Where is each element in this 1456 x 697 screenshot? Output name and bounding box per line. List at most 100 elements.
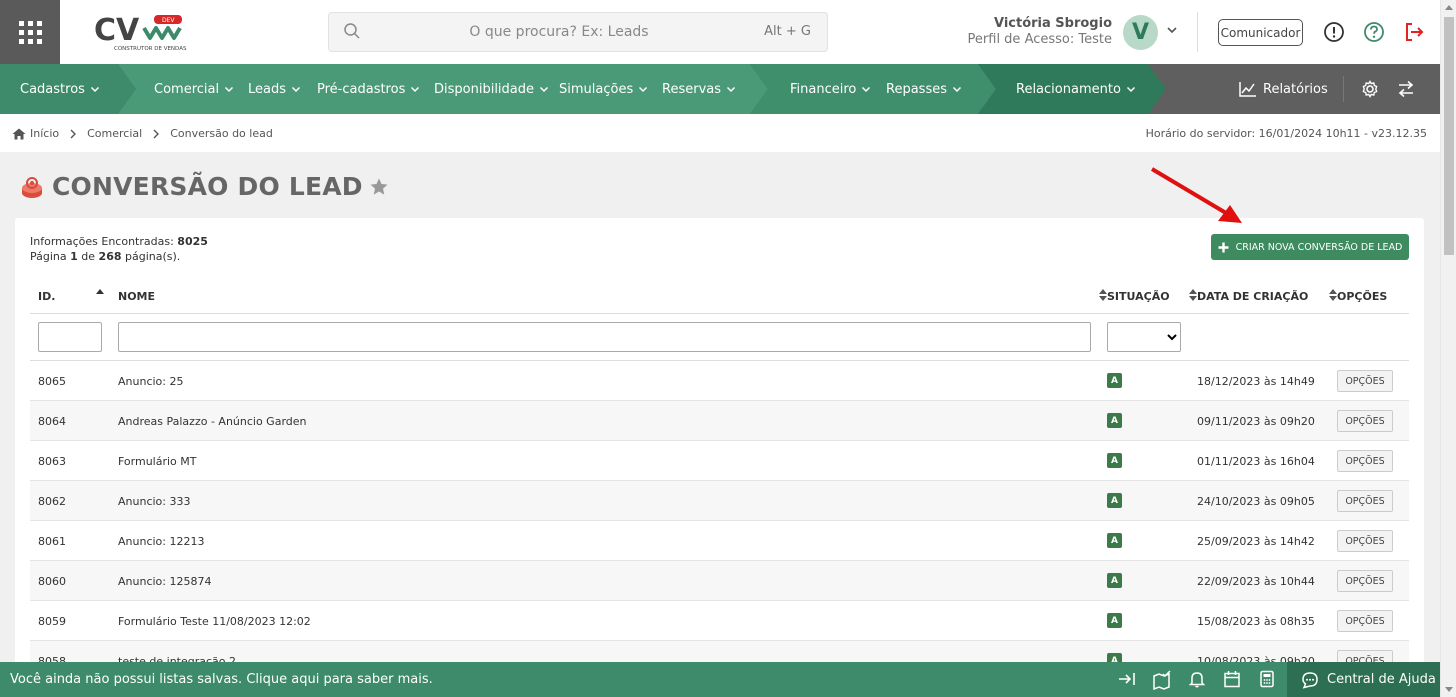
map-check-icon[interactable] xyxy=(1152,670,1172,690)
table-header: ID. NOME SITUAÇÃO DATA DE CRIAÇÃO OPÇÕES xyxy=(30,280,1409,314)
table-row[interactable]: 8059 Formulário Teste 11/08/2023 12:02 A 15… xyxy=(30,601,1409,641)
grid-icon xyxy=(18,20,42,44)
breadcrumb-home[interactable]: Início xyxy=(30,127,59,140)
sort-icon[interactable] xyxy=(1329,289,1337,301)
row-options-button[interactable]: OPÇÕES xyxy=(1337,610,1393,632)
row-id: 8060 xyxy=(38,575,66,588)
status-badge: A xyxy=(1107,373,1122,388)
table-body: 8065 Anuncio: 25 A 18/12/2023 às 14h49 OPÇÕE… xyxy=(30,361,1409,681)
communicator-button[interactable]: Comunicador xyxy=(1218,19,1303,46)
info-icon[interactable] xyxy=(1323,21,1345,43)
scroll-up-icon[interactable] xyxy=(1445,4,1453,10)
status-badge: A xyxy=(1107,613,1122,628)
row-options-button[interactable]: OPÇÕES xyxy=(1337,450,1393,472)
nav-pre-cadastros[interactable]: Pré-cadastros xyxy=(317,64,420,114)
star-icon[interactable] xyxy=(369,177,389,197)
row-options-button[interactable]: OPÇÕES xyxy=(1337,570,1393,592)
breadcrumb-comercial[interactable]: Comercial xyxy=(87,127,142,140)
nav-reports[interactable]: Relatórios xyxy=(1239,64,1328,114)
column-header-id[interactable]: ID. xyxy=(38,290,55,303)
table-row[interactable]: 8065 Anuncio: 25 A 18/12/2023 às 14h49 OPÇÕE… xyxy=(30,361,1409,401)
row-name: Formulário MT xyxy=(118,455,197,468)
filter-status-select[interactable] xyxy=(1107,322,1181,352)
table-row[interactable]: 8063 Formulário MT A 01/11/2023 às 16h04 OPÇ… xyxy=(30,441,1409,481)
sort-icon[interactable] xyxy=(1189,289,1197,301)
help-icon[interactable] xyxy=(1363,21,1385,43)
nav-simulacoes[interactable]: Simulações xyxy=(559,64,648,114)
scrollbar-thumb[interactable] xyxy=(1444,17,1454,255)
row-id: 8063 xyxy=(38,455,66,468)
row-options-button[interactable]: OPÇÕES xyxy=(1337,370,1393,392)
logo-badge: DEV xyxy=(162,17,175,24)
user-profile: Perfil de Acesso: Teste xyxy=(967,32,1112,47)
help-center-button[interactable]: Central de Ajuda xyxy=(1287,662,1440,697)
saved-lists-message[interactable]: Você ainda não possui listas salvas. Cli… xyxy=(10,672,433,687)
nav-repasses[interactable]: Repasses xyxy=(886,64,962,114)
column-header-status[interactable]: SITUAÇÃO xyxy=(1107,290,1170,303)
nav-reservas[interactable]: Reservas xyxy=(662,64,736,114)
apps-grid-button[interactable] xyxy=(0,0,60,64)
chevron-down-icon xyxy=(952,86,962,93)
row-options-button[interactable]: OPÇÕES xyxy=(1337,530,1393,552)
gear-icon[interactable] xyxy=(1361,80,1379,98)
logo-subtitle: CONSTRUTOR DE VENDAS xyxy=(114,46,187,52)
chevron-down-icon xyxy=(291,86,301,93)
nav-disponibilidade[interactable]: Disponibilidade xyxy=(434,64,549,114)
row-options-button[interactable]: OPÇÕES xyxy=(1337,410,1393,432)
status-badge: A xyxy=(1107,573,1122,588)
row-name: Anuncio: 333 xyxy=(118,495,191,508)
header-divider xyxy=(1197,12,1198,52)
user-info[interactable]: Victória Sbrogio Perfil de Acesso: Teste xyxy=(968,16,1112,48)
global-search[interactable]: Alt + G xyxy=(328,12,828,52)
breadcrumb-bar: Início Comercial Conversão do lead Horár… xyxy=(0,114,1440,152)
results-summary: Informações Encontradas: 8025 Página 1 d… xyxy=(30,235,208,263)
search-input[interactable] xyxy=(369,13,749,51)
page-current: 1 xyxy=(70,250,78,263)
nav-cadastros[interactable]: Cadastros xyxy=(20,64,100,114)
table-row[interactable]: 8060 Anuncio: 125874 A 22/09/2023 às 10h44 O… xyxy=(30,561,1409,601)
page-header: CONVERSÃO DO LEAD xyxy=(20,172,389,201)
nav-leads[interactable]: Leads xyxy=(248,64,301,114)
home-icon[interactable] xyxy=(12,128,26,140)
bell-icon[interactable] xyxy=(1188,670,1206,688)
logout-icon[interactable] xyxy=(1403,21,1425,43)
row-name: Formulário Teste 11/08/2023 12:02 xyxy=(118,615,311,628)
sort-icon[interactable] xyxy=(1099,289,1107,301)
swap-icon[interactable] xyxy=(1397,80,1415,98)
sort-asc-icon[interactable] xyxy=(96,288,104,294)
row-id: 8064 xyxy=(38,415,66,428)
column-header-created[interactable]: DATA DE CRIAÇÃO xyxy=(1197,290,1308,303)
filter-name-input[interactable] xyxy=(118,322,1091,352)
row-id: 8065 xyxy=(38,375,66,388)
row-created-date: 09/11/2023 às 09h20 xyxy=(1197,415,1315,428)
nav-divider xyxy=(1343,76,1344,102)
calendar-icon[interactable] xyxy=(1223,670,1241,688)
status-badge: A xyxy=(1107,533,1122,548)
calculator-icon[interactable] xyxy=(1258,670,1276,688)
plus-icon xyxy=(1218,242,1229,252)
page-scrollbar[interactable] xyxy=(1440,0,1456,697)
table-row[interactable]: 8061 Anuncio: 12213 A 25/09/2023 às 14h42 OP… xyxy=(30,521,1409,561)
nav-relacionamento[interactable]: Relacionamento xyxy=(1016,64,1136,114)
column-header-name[interactable]: NOME xyxy=(118,290,155,303)
table-row[interactable]: 8062 Anuncio: 333 A 24/10/2023 às 09h05 OPÇÕ… xyxy=(30,481,1409,521)
row-created-date: 25/09/2023 às 14h42 xyxy=(1197,535,1315,548)
scroll-down-icon[interactable] xyxy=(1445,687,1453,693)
table-row[interactable]: 8064 Andreas Palazzo - Anúncio Garden A 09/… xyxy=(30,401,1409,441)
row-options-button[interactable]: OPÇÕES xyxy=(1337,490,1393,512)
avatar[interactable]: V xyxy=(1123,15,1158,50)
server-time: Horário do servidor: 16/01/2024 10h11 - … xyxy=(1145,127,1427,140)
filter-id-input[interactable] xyxy=(38,322,102,352)
results-card: Informações Encontradas: 8025 Página 1 d… xyxy=(15,218,1424,681)
collapse-right-icon[interactable] xyxy=(1118,670,1136,688)
chevron-down-icon xyxy=(726,86,736,93)
page-total: 268 xyxy=(98,250,122,263)
nav-financeiro[interactable]: Financeiro xyxy=(790,64,871,114)
top-header: CV DEV CONSTRUTOR DE VENDAS Alt + G Vict… xyxy=(0,0,1440,64)
cv-logo[interactable]: CV DEV CONSTRUTOR DE VENDAS xyxy=(92,12,192,54)
create-lead-conversion-button[interactable]: CRIAR NOVA CONVERSÃO DE LEAD xyxy=(1211,234,1409,260)
chevron-down-icon[interactable] xyxy=(1166,24,1178,36)
status-badge: A xyxy=(1107,493,1122,508)
nav-comercial[interactable]: Comercial xyxy=(154,64,234,114)
nav-reports-label: Relatórios xyxy=(1263,81,1328,97)
